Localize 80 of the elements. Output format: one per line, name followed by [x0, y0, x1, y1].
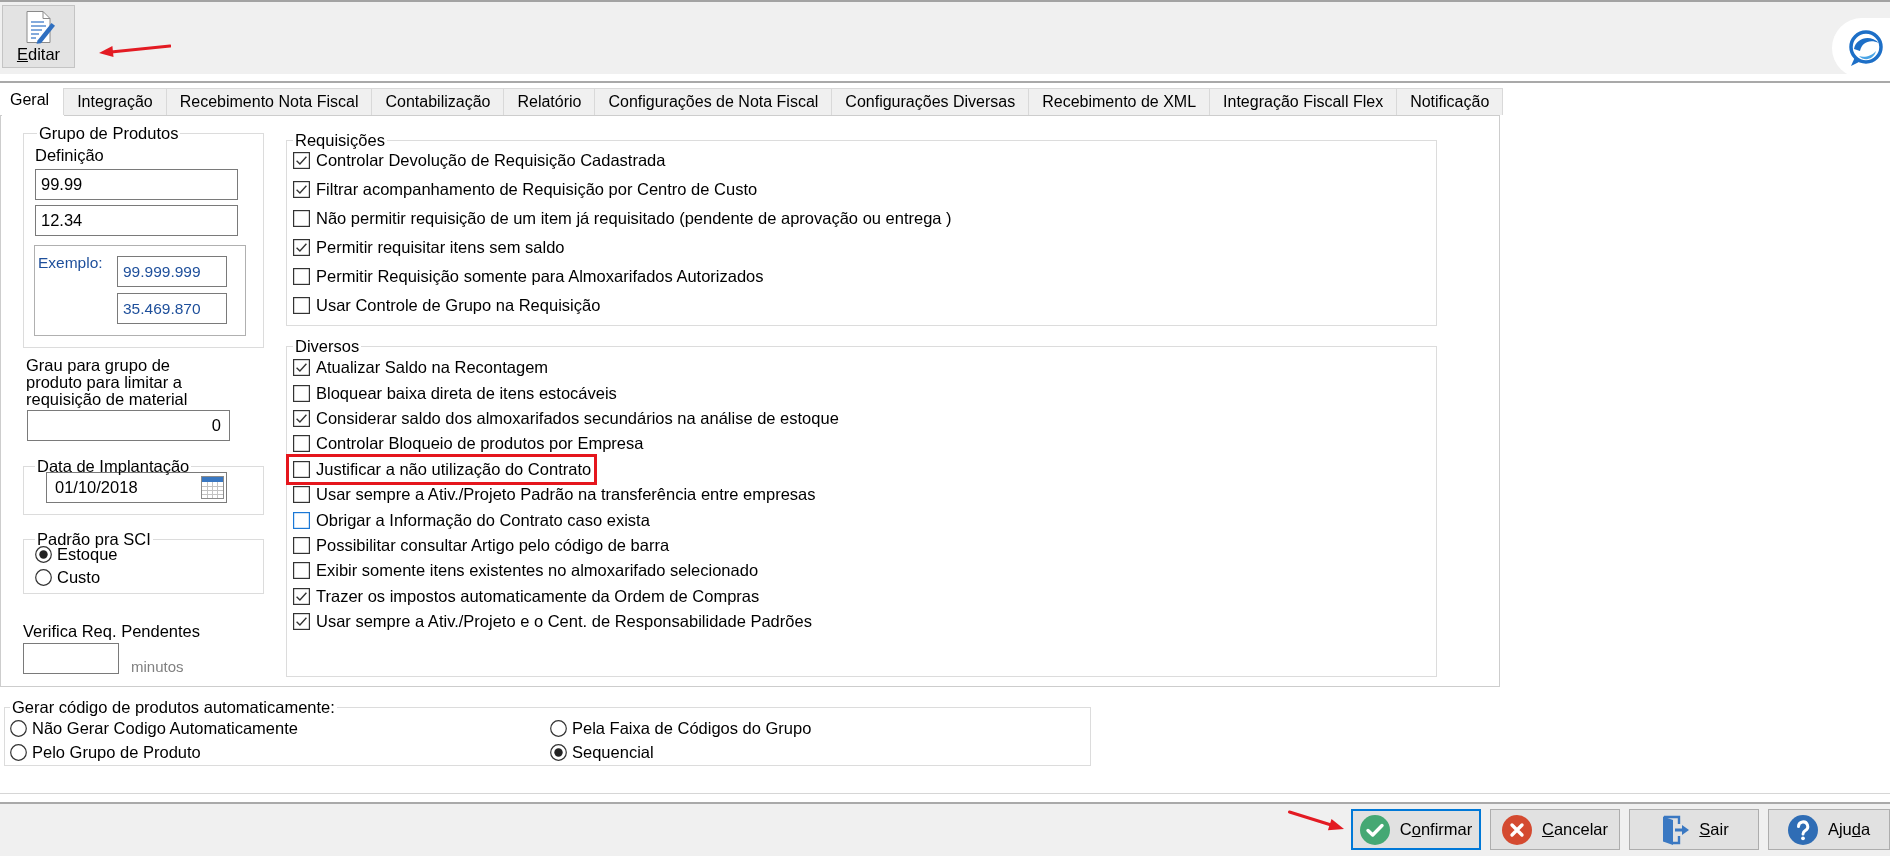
example-field: 35.469.870 — [117, 293, 227, 324]
tab[interactable]: Integração — [63, 88, 167, 115]
tab[interactable]: Configurações Diversas — [831, 88, 1030, 115]
checkbox-label: Controlar Devolução de Requisição Cadastrada — [316, 151, 666, 170]
radio-button[interactable] — [35, 546, 52, 563]
tab[interactable]: Recebimento de XML — [1028, 88, 1211, 115]
radio-label: Não Gerar Codigo Automaticamente — [32, 718, 298, 738]
calendar-icon[interactable] — [201, 476, 224, 499]
checkbox-label: Bloquear baixa direta de itens estocáveis — [316, 383, 617, 403]
checkbox-label: Não permitir requisição de um item já requisitado (pendente de aprovação ou entrega ) — [316, 209, 952, 228]
checkbox[interactable] — [293, 562, 310, 580]
group-title: Data de Implantação — [36, 457, 191, 475]
radio-button[interactable] — [550, 743, 567, 761]
input-field[interactable]: 99.99 — [35, 169, 238, 200]
radio-button[interactable] — [35, 569, 52, 586]
unit-label: minutos — [131, 659, 184, 675]
group-title: Requisições — [294, 131, 386, 149]
checkbox[interactable] — [293, 460, 310, 478]
checkbox[interactable] — [293, 297, 310, 314]
field-label: Grau para grupo de produto para limitar a requisição de material — [26, 357, 189, 408]
confirm-button[interactable]: Confirmar — [1351, 809, 1481, 850]
radio-label: Pela Faixa de Códigos do Grupo — [572, 718, 812, 738]
checkbox-label: Filtrar acompanhamento de Requisição por Centro de Custo — [316, 180, 758, 199]
tab[interactable]: Integração Fiscall Flex — [1209, 88, 1398, 115]
tab[interactable]: Configurações de Nota Fiscal — [594, 88, 833, 115]
radio-label: Sequencial — [572, 742, 654, 762]
tab[interactable]: Recebimento Nota Fiscal — [165, 88, 373, 115]
input-field[interactable] — [23, 643, 119, 674]
checkbox[interactable] — [293, 587, 310, 605]
group-title: Grupo de Produtos — [38, 124, 180, 142]
checkbox[interactable] — [293, 511, 310, 529]
field-label: Definição — [35, 146, 105, 164]
edit-button[interactable]: Editar — [2, 5, 75, 68]
radio-button[interactable] — [550, 719, 567, 737]
cancel-button[interactable]: Cancelar — [1490, 809, 1620, 850]
checkbox-label: Exibir somente itens existentes no almoxarifado selecionado — [316, 561, 759, 581]
checkbox-label: Permitir requisitar itens sem saldo — [316, 238, 565, 257]
checkbox[interactable] — [293, 486, 310, 504]
checkbox[interactable] — [293, 409, 310, 427]
checkbox-label: Usar Controle de Grupo na Requisição — [316, 296, 601, 315]
radio-button[interactable] — [10, 719, 27, 737]
tab[interactable]: Contabilização — [371, 88, 505, 115]
checkbox-label: Atualizar Saldo na Recontagem — [316, 358, 549, 378]
checkbox-label: Usar sempre a Ativ./Projeto e o Cent. de Responsabilidade Padrões — [316, 612, 812, 632]
group-title: Gerar código de produtos automaticamente: — [11, 698, 336, 716]
checkbox-label: Obrigar a Informação do Contrato caso exista — [316, 510, 650, 530]
input-field[interactable]: 12.34 — [35, 205, 238, 236]
checkbox-label: Trazer os impostos automaticamente da Ordem de Compras — [316, 586, 760, 606]
group-title: Diversos — [294, 337, 361, 355]
help-button[interactable]: Ajuda — [1768, 809, 1890, 850]
checkbox-label: Possibilitar consultar Artigo pelo código de barra — [316, 535, 670, 555]
checkbox-label: Permitir Requisição somente para Almoxarifados Autorizados — [316, 267, 764, 286]
tab[interactable]: Relatório — [503, 88, 596, 115]
checkbox[interactable] — [293, 384, 310, 402]
field-label: Verifica Req. Pendentes — [23, 622, 202, 640]
checkbox-label: Controlar Bloqueio de produtos por Empresa — [316, 434, 644, 454]
checkbox[interactable] — [293, 435, 310, 453]
x-circle-icon — [1501, 814, 1532, 845]
checkbox-label: Usar sempre a Ativ./Projeto Padrão na transferência entre empresas — [316, 485, 816, 505]
checkbox[interactable] — [293, 210, 310, 227]
checkbox[interactable] — [293, 359, 310, 377]
group-title: Padrão pra SCI — [36, 530, 152, 548]
checkbox-label: Considerar saldo dos almoxarifados secundários na análise de estoque — [316, 408, 839, 428]
checkbox[interactable] — [293, 613, 310, 631]
example-field: 99.999.999 — [117, 256, 227, 287]
radio-label: Custo — [57, 568, 101, 587]
radio-button[interactable] — [10, 743, 27, 761]
checkbox[interactable] — [293, 181, 310, 198]
input-field[interactable]: 0 — [27, 410, 230, 441]
check-circle-icon — [1359, 814, 1390, 845]
example-label: Exemplo: — [38, 254, 103, 272]
checkbox[interactable] — [293, 239, 310, 256]
radio-label: Pelo Grupo de Produto — [32, 742, 201, 762]
checkbox[interactable] — [293, 536, 310, 554]
checkbox[interactable] — [293, 152, 310, 169]
tab[interactable]: Notificação — [1396, 88, 1504, 115]
checkbox-label: Justificar a não utilização do Contrato — [316, 459, 592, 479]
checkbox[interactable] — [293, 268, 310, 285]
question-circle-icon — [1787, 814, 1818, 845]
exit-button[interactable]: Sair — [1629, 809, 1759, 850]
